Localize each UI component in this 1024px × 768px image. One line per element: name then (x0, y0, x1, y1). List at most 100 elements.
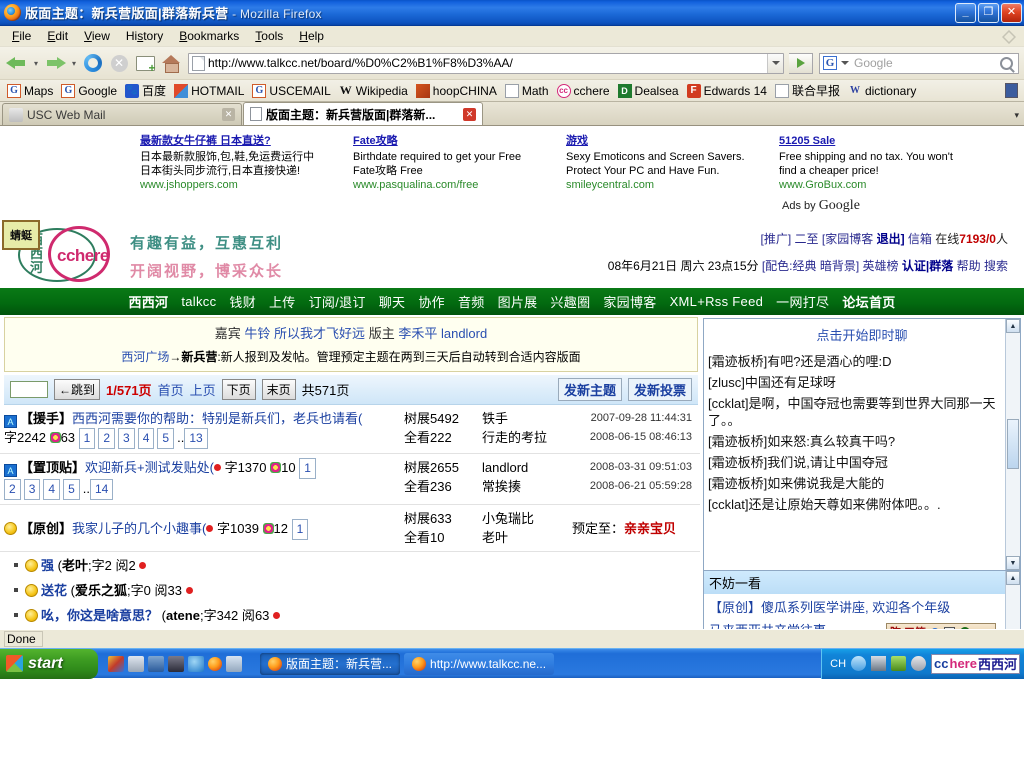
chat-scrollbar[interactable]: ▲ ▼ (1005, 319, 1020, 571)
menu-item-edit[interactable]: Edit (39, 27, 76, 45)
all-view-link[interactable]: 全看 (404, 530, 430, 545)
nav-item-money[interactable]: 钱财 (229, 292, 256, 311)
post-page-link[interactable]: 5 (157, 428, 175, 450)
nav-item-upload[interactable]: 上传 (269, 292, 296, 311)
post-page-link[interactable]: 2 (4, 479, 21, 501)
ad-title[interactable]: 51205 Sale (779, 134, 964, 148)
list-item[interactable]: 送花 (爱乐之狐;字0 阅33 (0, 577, 700, 602)
post-page-link[interactable]: 1 (299, 458, 316, 480)
notice-link[interactable]: 【原创】傻瓜系列医学讲座, 欢迎各个年级 (704, 594, 1020, 617)
menu-item-history[interactable]: History (118, 27, 171, 45)
post-page-link[interactable]: 3 (23, 479, 41, 501)
group-link[interactable]: 群落 (929, 259, 953, 273)
scroll-up-icon[interactable]: ▲ (1006, 571, 1020, 586)
search-input[interactable]: Google (851, 56, 1000, 70)
bookmark-wikipedia[interactable]: W Wikipedia (336, 83, 411, 99)
new-poll-button[interactable]: 发新投票 (627, 378, 692, 402)
back-button[interactable] (5, 51, 29, 75)
tray-chevron-icon[interactable] (851, 656, 867, 671)
nav-item-subscribe[interactable]: 订阅/退订 (309, 292, 366, 311)
address-bar[interactable]: http://www.talkcc.net/board/%D0%C2%B1%F8… (188, 52, 784, 74)
nav-item-forum-home[interactable]: 论坛首页 (842, 292, 895, 311)
ad-item[interactable]: Fate攻略 Birthdate required to get your Fr… (353, 134, 538, 192)
last-page-button[interactable]: 末页 (261, 379, 296, 401)
tree-view-link[interactable]: 树展 (404, 460, 430, 475)
nav-item-chat[interactable]: 聊天 (379, 292, 406, 311)
nav-item-interest[interactable]: 兴趣圈 (550, 292, 590, 311)
post-page-link[interactable]: 3 (118, 428, 135, 450)
scroll-down-icon[interactable]: ▼ (1006, 556, 1020, 571)
bookmarks-overflow-icon[interactable] (1005, 83, 1018, 98)
nav-item-blog[interactable]: 家园博客 (603, 292, 656, 311)
post-page-link[interactable]: 1 (78, 428, 96, 450)
minimize-button[interactable]: _ (955, 2, 976, 23)
chat-start-link[interactable]: 点击开始即时聊 (704, 319, 1020, 352)
menu-item-tools[interactable]: Tools (247, 27, 291, 45)
post-last-author[interactable]: 常挨揍 (482, 477, 572, 496)
post-page-link[interactable]: 2 (98, 428, 116, 450)
auth-link[interactable]: 认证 (902, 259, 926, 273)
reply-title[interactable]: 送花 (41, 583, 67, 598)
post-title[interactable]: 西西河需要你的帮助：特别是新兵们，老兵也请看( (72, 411, 362, 426)
reply-title[interactable]: 吆，你这是啥意思？ (41, 608, 158, 623)
guest-name-2[interactable]: 所以我才飞好远 (274, 326, 365, 341)
table-row[interactable]: 【原创】我家儿子的几个小趣事( 字1039 12 1 树展633 全看10 小兔… (0, 505, 700, 553)
moderator-name-2[interactable]: landlord (441, 326, 487, 341)
moderator-name-1[interactable]: 李禾平 (398, 326, 437, 341)
help-link[interactable]: 帮助 (957, 259, 981, 273)
home-button[interactable] (159, 51, 183, 75)
blog-link[interactable]: [家园博客 (822, 232, 873, 246)
ad-title[interactable]: Fate攻略 (353, 134, 538, 148)
back-dropdown-icon[interactable]: ▾ (31, 59, 41, 68)
post-page-link[interactable]: 1 (291, 519, 309, 541)
url-text[interactable]: http://www.talkcc.net/board/%D0%C2%B1%F8… (208, 56, 767, 70)
table-row[interactable]: A 【援手】西西河需要你的帮助：特别是新兵们，老兵也请看( 字2242 63 12… (0, 405, 700, 455)
reserved-target[interactable]: 亲亲宝贝 (624, 521, 676, 536)
search-icon[interactable] (1000, 56, 1013, 70)
post-page-link[interactable]: 4 (137, 428, 155, 450)
keyboard-icon[interactable] (944, 627, 956, 629)
reply-author[interactable]: 老叶 (62, 558, 88, 573)
close-button[interactable]: ✕ (1001, 2, 1022, 23)
all-view-link[interactable]: 全看 (404, 430, 430, 445)
forward-dropdown-icon[interactable]: ▾ (69, 59, 79, 68)
breadcrumb-board[interactable]: 新兵营 (181, 350, 217, 364)
search-bar[interactable]: G Google (819, 52, 1019, 74)
tray-user-icon[interactable] (911, 656, 927, 671)
bookmark-zaobao[interactable]: 联合早报 (772, 81, 843, 100)
quicklaunch-icon-2[interactable] (128, 655, 144, 672)
menu-item-file[interactable]: FFileile (4, 27, 39, 45)
menu-item-bookmarks[interactable]: Bookmarks (171, 27, 247, 45)
reply-author[interactable]: atene (166, 608, 200, 623)
nav-item-audio[interactable]: 音频 (458, 292, 485, 311)
stop-button[interactable]: ✕ (107, 51, 131, 75)
bookmark-maps[interactable]: G Maps (4, 83, 56, 99)
all-view-link[interactable]: 全看 (404, 479, 430, 494)
first-page-link[interactable]: 首页 (158, 380, 184, 399)
post-title[interactable]: 欢迎新兵+测试发贴处( (85, 460, 214, 475)
post-author[interactable]: landlord (482, 458, 572, 477)
post-author[interactable]: 小兔瑞比 (482, 509, 572, 528)
list-item[interactable]: 强 (老叶;字2 阅2 (0, 552, 700, 577)
nav-item-collab[interactable]: 协作 (418, 292, 445, 311)
post-page-link[interactable]: 13 (184, 428, 208, 450)
tree-view-link[interactable]: 树展 (404, 411, 430, 426)
ad-title[interactable]: 最新款女牛仔裤 日本直送? (140, 134, 325, 148)
heroes-link[interactable]: 英雄榜 (863, 259, 899, 273)
post-title[interactable]: 我家儿子的几个小趣事( (72, 521, 206, 536)
page-jump-input[interactable] (10, 381, 48, 399)
guest-name-1[interactable]: 牛铃 (244, 326, 270, 341)
taskbar-button-firefox-talkcc[interactable]: http://www.talkcc.ne... (404, 652, 555, 675)
quicklaunch-icon-5[interactable] (188, 655, 204, 672)
bookmark-dealsea[interactable]: D Dealsea (615, 83, 682, 99)
post-page-link[interactable]: 4 (43, 479, 61, 501)
firefox-icon[interactable] (208, 656, 222, 671)
ime-language-indicator[interactable]: CH (830, 658, 846, 670)
table-row[interactable]: A 【置顶贴】欢迎新兵+测试发贴处( 字1370 10 1 2 3 4 5.. 14 树展… (0, 454, 700, 506)
search-link[interactable]: 搜索 (984, 259, 1008, 273)
bookmark-google[interactable]: G Google (58, 83, 120, 99)
post-last-author[interactable]: 行走的考拉 (482, 428, 572, 447)
nav-item-xixihe[interactable]: 西西河 (128, 292, 168, 311)
tab-list-dropdown-icon[interactable]: ▾ (1014, 110, 1019, 121)
next-page-button[interactable]: 下页 (221, 379, 256, 401)
